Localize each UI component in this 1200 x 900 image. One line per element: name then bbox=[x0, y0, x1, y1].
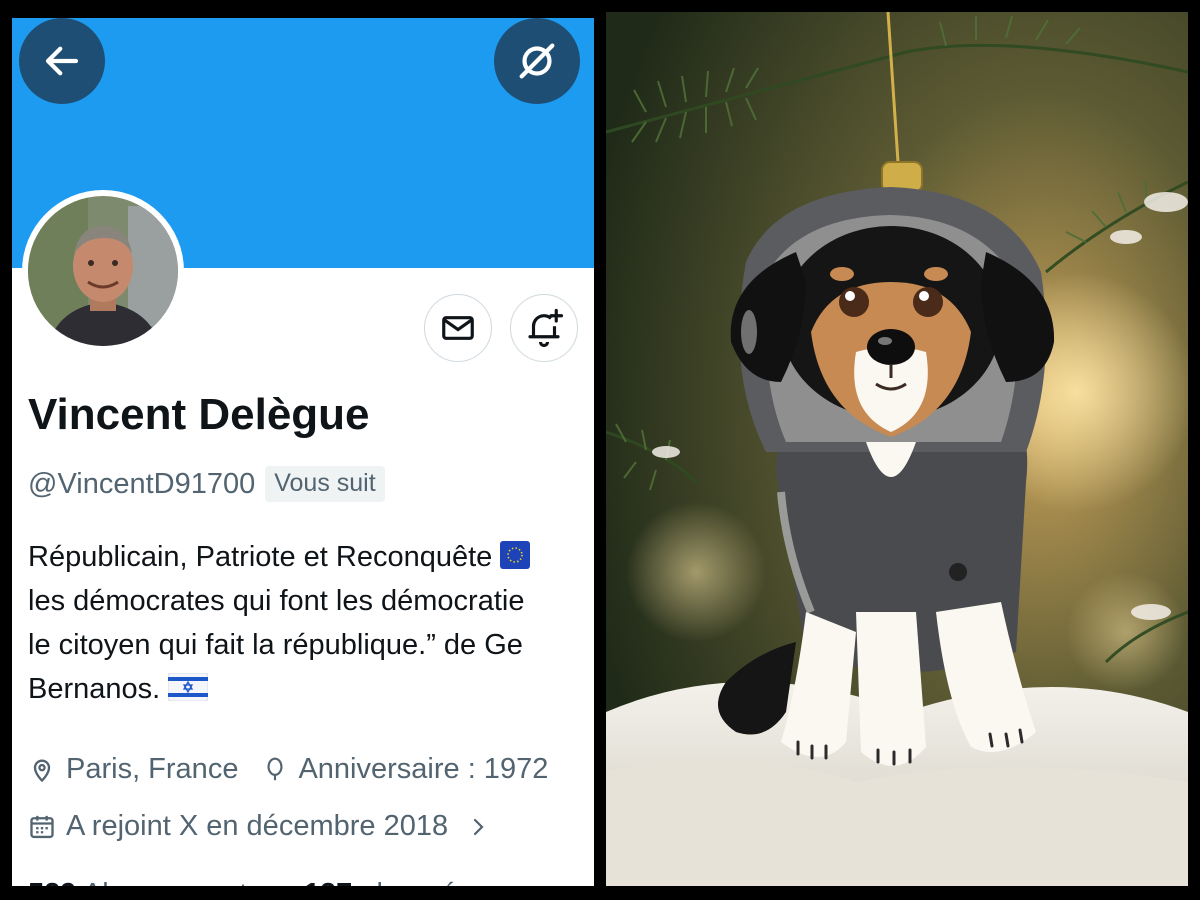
grok-button[interactable] bbox=[494, 18, 580, 104]
balloon-icon bbox=[262, 756, 288, 784]
profile-display-name: Vincent Delègue bbox=[28, 390, 370, 439]
envelope-icon bbox=[442, 316, 474, 340]
arrow-left-icon bbox=[45, 46, 79, 76]
dog-ornament-image bbox=[606, 12, 1188, 886]
eu-flag-icon bbox=[500, 541, 531, 570]
profile-joined-date: A rejoint X en décembre 2018 bbox=[66, 810, 449, 842]
bio-line-1: Républicain, Patriote et Reconquête bbox=[28, 535, 594, 579]
followers-count: 127 bbox=[304, 878, 352, 886]
profile-avatar[interactable] bbox=[22, 190, 184, 352]
follows-you-badge: Vous suit bbox=[265, 466, 385, 502]
bell-plus-icon bbox=[528, 308, 564, 348]
bio-line-3: le citoyen qui fait la république.” de G… bbox=[28, 629, 523, 661]
grok-icon bbox=[519, 43, 555, 79]
map-pin-icon bbox=[28, 756, 56, 784]
profile-handle: @VincentD91700 bbox=[28, 467, 256, 500]
israel-flag-icon bbox=[168, 673, 209, 702]
followers-link[interactable]: 127 abonnés bbox=[304, 878, 472, 886]
calendar-icon bbox=[28, 813, 56, 841]
message-button[interactable] bbox=[424, 294, 492, 362]
back-button[interactable] bbox=[19, 18, 105, 104]
profile-bio: Républicain, Patriote et Reconquête les … bbox=[28, 535, 594, 711]
profile-joined-row[interactable]: A rejoint X en décembre 2018 bbox=[28, 810, 490, 843]
avatar-photo bbox=[28, 196, 178, 346]
profile-stats: 529 Abonnements 127 abonnés bbox=[28, 878, 472, 886]
dog-ornament-photo bbox=[606, 12, 1188, 886]
bio-line-4: Bernanos. bbox=[28, 667, 594, 711]
profile-meta-row: Paris, France Anniversaire : 1972 bbox=[28, 753, 548, 786]
following-link[interactable]: 529 Abonnements bbox=[28, 878, 262, 886]
handle-row: @VincentD91700 Vous suit bbox=[28, 466, 385, 502]
followers-label: abonnés bbox=[360, 878, 471, 886]
chevron-right-icon bbox=[466, 813, 490, 841]
profile-screenshot: Vincent Delègue @VincentD91700 Vous suit… bbox=[12, 18, 594, 886]
profile-birthday: Anniversaire : 1972 bbox=[298, 753, 549, 785]
following-count: 529 bbox=[28, 878, 76, 886]
notify-button[interactable] bbox=[510, 294, 578, 362]
following-label: Abonnements bbox=[83, 878, 262, 886]
bio-line-2: les démocrates qui font les démocratie bbox=[28, 585, 525, 617]
profile-location: Paris, France bbox=[66, 753, 239, 785]
